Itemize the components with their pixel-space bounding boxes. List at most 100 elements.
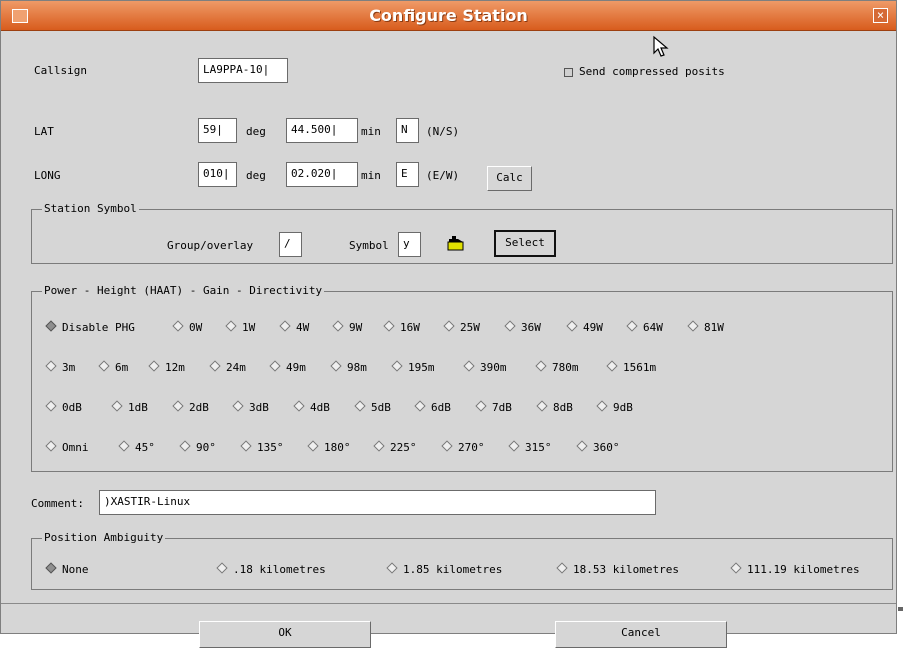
radio-icon (354, 400, 366, 412)
ambiguity-option-018[interactable]: .18 kilometres (216, 562, 326, 576)
radio-label: 3m (62, 361, 76, 374)
radio-label: Omni (62, 441, 89, 454)
phg-option-360deg[interactable]: 360° (576, 440, 620, 454)
radio-label: 111.19 kilometres (747, 563, 860, 576)
cancel-button[interactable]: Cancel (555, 621, 727, 648)
radio-icon (566, 320, 578, 332)
phg-option-6db[interactable]: 6dB (414, 400, 451, 414)
phg-option-225deg[interactable]: 225° (373, 440, 417, 454)
window-edge-marker (898, 607, 903, 611)
phg-option-7db[interactable]: 7dB (475, 400, 512, 414)
group-overlay-input[interactable]: / (279, 232, 302, 257)
phg-option-180deg[interactable]: 180° (307, 440, 351, 454)
radio-label: None (62, 563, 89, 576)
phg-option-90deg[interactable]: 90° (179, 440, 216, 454)
phg-option-16w[interactable]: 16W (383, 320, 420, 334)
radio-label: 0dB (62, 401, 82, 414)
long-degrees-input[interactable]: 010| (198, 162, 237, 187)
phg-option-4db[interactable]: 4dB (293, 400, 330, 414)
phg-option-12m[interactable]: 12m (148, 360, 185, 374)
phg-option-1w[interactable]: 1W (225, 320, 256, 334)
radio-icon (45, 440, 57, 452)
comment-input[interactable]: )XASTIR-Linux (99, 490, 656, 515)
radio-icon (508, 440, 520, 452)
phg-option-9w[interactable]: 9W (332, 320, 362, 334)
radio-label: 315° (525, 441, 552, 454)
radio-label: 1W (242, 321, 256, 334)
radio-icon (279, 320, 291, 332)
phg-option-4w[interactable]: 4W (279, 320, 309, 334)
phg-option-9db[interactable]: 9dB (596, 400, 633, 414)
ambiguity-option-1853[interactable]: 18.53 kilometres (556, 562, 679, 576)
ambiguity-option-185[interactable]: 1.85 kilometres (386, 562, 503, 576)
ambiguity-option-none[interactable]: None (45, 562, 89, 576)
radio-label: 7dB (492, 401, 512, 414)
symbol-input[interactable]: y (398, 232, 421, 257)
phg-option-2db[interactable]: 2dB (172, 400, 209, 414)
radio-label: 24m (226, 361, 246, 374)
lat-hemisphere-input[interactable]: N (396, 118, 419, 143)
long-minutes-input[interactable]: 02.020| (286, 162, 358, 187)
radio-icon (504, 320, 516, 332)
phg-option-780m[interactable]: 780m (535, 360, 579, 374)
send-compressed-label: Send compressed posits (579, 65, 725, 78)
radio-icon (209, 360, 221, 372)
phg-option-195m[interactable]: 195m (391, 360, 435, 374)
lat-degrees-input[interactable]: 59| (198, 118, 237, 143)
phg-option-135deg[interactable]: 135° (240, 440, 284, 454)
phg-option-81w[interactable]: 81W (687, 320, 724, 334)
phg-option-25w[interactable]: 25W (443, 320, 480, 334)
lat-label: LAT (34, 125, 54, 138)
phg-option-98m[interactable]: 98m (330, 360, 367, 374)
close-icon[interactable]: × (873, 8, 888, 23)
long-label: LONG (34, 169, 61, 182)
radio-icon (606, 360, 618, 372)
phg-option-270deg[interactable]: 270° (441, 440, 485, 454)
long-hemisphere-input[interactable]: E (396, 162, 419, 187)
lat-degrees-unit: deg (246, 125, 266, 138)
phg-option-8db[interactable]: 8dB (536, 400, 573, 414)
phg-option-0db[interactable]: 0dB (45, 400, 82, 414)
phg-option-5db[interactable]: 5dB (354, 400, 391, 414)
phg-option-49w[interactable]: 49W (566, 320, 603, 334)
radio-label: 12m (165, 361, 185, 374)
phg-option-omni[interactable]: Omni (45, 440, 89, 454)
radio-icon (475, 400, 487, 412)
phg-option-disable[interactable]: Disable PHG (45, 320, 135, 334)
station-symbol-icon (447, 236, 464, 251)
phg-option-36w[interactable]: 36W (504, 320, 541, 334)
phg-option-1db[interactable]: 1dB (111, 400, 148, 414)
phg-option-3m[interactable]: 3m (45, 360, 76, 374)
radio-label: 195m (408, 361, 435, 374)
ambiguity-option-11119[interactable]: 111.19 kilometres (730, 562, 860, 576)
phg-option-315deg[interactable]: 315° (508, 440, 552, 454)
radio-icon (596, 400, 608, 412)
radio-label: 6dB (431, 401, 451, 414)
radio-icon (441, 440, 453, 452)
comment-label: Comment: (31, 497, 84, 510)
phg-option-24m[interactable]: 24m (209, 360, 246, 374)
callsign-value: LA9PPA-10 (203, 63, 263, 76)
phg-option-3db[interactable]: 3dB (232, 400, 269, 414)
callsign-input[interactable]: LA9PPA-10| (198, 58, 288, 83)
select-symbol-button[interactable]: Select (494, 230, 556, 257)
send-compressed-checkbox[interactable] (564, 68, 573, 77)
radio-icon (172, 320, 184, 332)
ok-button[interactable]: OK (199, 621, 371, 648)
radio-label: 90° (196, 441, 216, 454)
phg-option-45deg[interactable]: 45° (118, 440, 155, 454)
radio-label: 1.85 kilometres (403, 563, 503, 576)
radio-icon (391, 360, 403, 372)
phg-option-6m[interactable]: 6m (98, 360, 128, 374)
lat-minutes-input[interactable]: 44.500| (286, 118, 358, 143)
calc-button[interactable]: Calc (487, 166, 532, 191)
phg-option-0w[interactable]: 0W (172, 320, 202, 334)
phg-title: Power - Height (HAAT) - Gain - Directivi… (42, 284, 325, 297)
phg-option-49m[interactable]: 49m (269, 360, 306, 374)
phg-option-390m[interactable]: 390m (463, 360, 507, 374)
phg-option-1561m[interactable]: 1561m (606, 360, 656, 374)
title-bar[interactable]: Configure Station × (1, 1, 896, 31)
radio-icon (179, 440, 191, 452)
phg-option-64w[interactable]: 64W (626, 320, 663, 334)
radio-icon (293, 400, 305, 412)
